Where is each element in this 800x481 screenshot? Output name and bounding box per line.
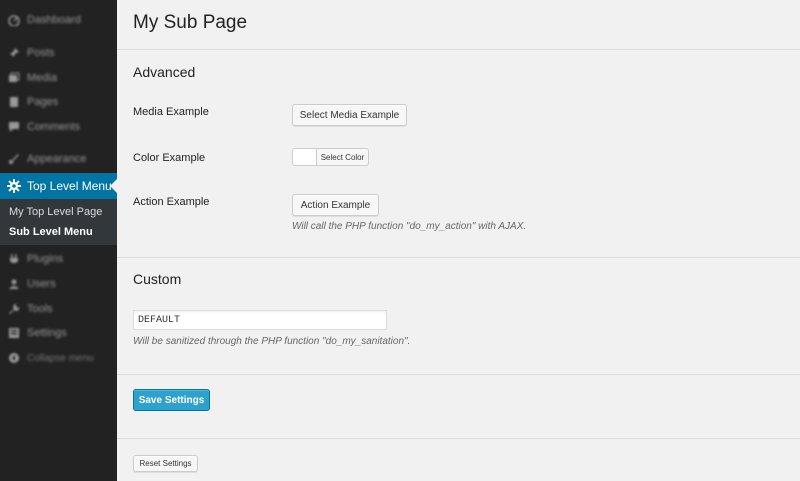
main-content: My Sub Page Advanced Media Example Selec…: [117, 0, 800, 481]
menu-item-tools[interactable]: Tools: [0, 297, 117, 321]
menu-item-top-level-menu[interactable]: Top Level Menu: [0, 173, 117, 199]
paintbrush-icon: [7, 152, 21, 166]
menu-label: Tools: [27, 303, 53, 315]
wrench-icon: [7, 302, 21, 316]
comment-icon: [7, 120, 21, 134]
section-title-custom: Custom: [133, 271, 182, 287]
plug-icon: [7, 252, 21, 266]
menu-item-media[interactable]: Media: [0, 66, 117, 90]
user-icon: [7, 277, 21, 291]
action-example-button[interactable]: Action Example: [292, 194, 379, 216]
submenu: My Top Level Page Sub Level Menu: [0, 199, 117, 245]
dashboard-icon: [7, 13, 21, 27]
divider: [117, 438, 800, 439]
media-icon: [7, 71, 21, 85]
page-title: My Sub Page: [133, 12, 248, 33]
settings-icon: [7, 326, 21, 340]
menu-label: Posts: [27, 47, 55, 59]
menu-item-plugins[interactable]: Plugins: [0, 247, 117, 271]
menu-label: Dashboard: [27, 14, 81, 26]
menu-label: Pages: [27, 96, 59, 108]
divider: [117, 374, 800, 375]
menu-label: Appearance: [27, 153, 87, 165]
menu-item-comments[interactable]: Comments: [0, 115, 117, 139]
menu-label: Media: [27, 72, 57, 84]
menu-label: Collapse menu: [27, 352, 94, 364]
reset-settings-button[interactable]: Reset Settings: [133, 455, 198, 472]
submenu-item-my-top-level-page[interactable]: My Top Level Page: [9, 206, 102, 218]
save-settings-button[interactable]: Save Settings: [133, 389, 210, 411]
collapse-menu[interactable]: Collapse menu: [0, 346, 117, 370]
media-example-label: Media Example: [133, 106, 209, 118]
admin-sidebar: Dashboard Posts Media Pages Comments App…: [0, 0, 117, 481]
menu-item-settings[interactable]: Settings: [0, 321, 117, 345]
menu-item-users[interactable]: Users: [0, 272, 117, 296]
select-color-button[interactable]: Select Color: [317, 149, 368, 165]
action-example-label: Action Example: [133, 196, 210, 208]
menu-label: Settings: [27, 327, 67, 339]
collapse-icon: [7, 351, 21, 365]
gear-icon: [7, 179, 21, 193]
menu-item-posts[interactable]: Posts: [0, 41, 117, 65]
pages-icon: [7, 95, 21, 109]
action-description: Will call the PHP function "do_my_action…: [292, 221, 527, 232]
color-swatch: [293, 149, 317, 165]
menu-label: Top Level Menu: [27, 179, 112, 193]
pin-icon: [7, 46, 21, 60]
submenu-item-sub-level-menu[interactable]: Sub Level Menu: [9, 226, 93, 238]
custom-description: Will be sanitized through the PHP functi…: [133, 336, 411, 347]
menu-label: Plugins: [27, 253, 64, 265]
section-title-advanced: Advanced: [133, 64, 196, 80]
color-example-label: Color Example: [133, 152, 206, 164]
menu-item-dashboard[interactable]: Dashboard: [0, 8, 117, 32]
divider: [117, 49, 800, 50]
menu-label: Users: [27, 278, 56, 290]
menu-item-pages[interactable]: Pages: [0, 90, 117, 114]
color-picker[interactable]: Select Color: [292, 148, 369, 166]
divider: [117, 257, 800, 258]
select-media-button[interactable]: Select Media Example: [292, 104, 407, 126]
menu-item-appearance[interactable]: Appearance: [0, 147, 117, 171]
menu-label: Comments: [27, 121, 81, 133]
custom-text-input[interactable]: [133, 310, 387, 330]
